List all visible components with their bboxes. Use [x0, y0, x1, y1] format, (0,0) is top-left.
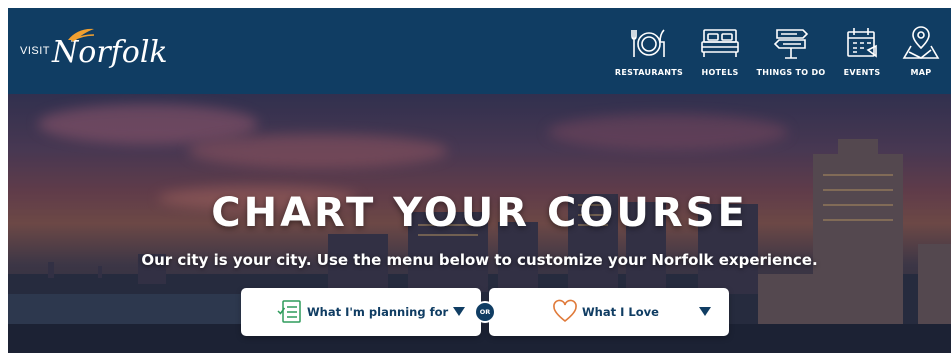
planning-for-label: What I'm planning for — [307, 305, 449, 319]
nav-label: EVENTS — [843, 68, 881, 77]
visit-norfolk-logo[interactable]: VISIT Norfolk — [20, 28, 168, 70]
caret-down-icon — [699, 307, 711, 316]
nav-label: RESTAURANTS — [614, 68, 684, 77]
nav-restaurants[interactable]: RESTAURANTS — [607, 8, 691, 94]
main-nav: RESTAURANTS HOTELS THINGS TO DO EVENTS M… — [607, 8, 951, 94]
nav-map[interactable]: MAP — [891, 8, 951, 94]
or-badge: OR — [474, 301, 496, 323]
nav-label: MAP — [910, 68, 932, 77]
logo-visit-text: VISIT — [20, 45, 51, 57]
hero-banner: CHART YOUR COURSE Our city is your city.… — [8, 94, 951, 353]
nav-things-to-do[interactable]: THINGS TO DO — [749, 8, 833, 94]
plate-fork-knife-icon — [631, 29, 665, 57]
sail-icon — [68, 28, 95, 42]
hero-subtitle: Our city is your city. Use the menu belo… — [141, 251, 818, 269]
what-i-love-dropdown[interactable]: What I Love — [489, 288, 729, 336]
page-frame: VISIT Norfolk RESTAURANTS HOTELS THINGS … — [8, 8, 951, 353]
nav-label: THINGS TO DO — [756, 68, 826, 77]
checklist-icon — [277, 300, 301, 323]
bed-icon — [701, 29, 739, 57]
planning-for-dropdown[interactable]: What I'm planning for — [241, 288, 481, 336]
nav-hotels[interactable]: HOTELS — [691, 8, 749, 94]
nav-label: HOTELS — [701, 68, 739, 77]
caret-down-icon — [453, 307, 465, 316]
signpost-icon — [773, 29, 809, 59]
calendar-icon — [847, 28, 877, 58]
heart-icon — [553, 299, 577, 323]
nav-events[interactable]: EVENTS — [833, 8, 891, 94]
hero-title: CHART YOUR COURSE — [211, 190, 748, 236]
what-i-love-label: What I Love — [582, 305, 659, 319]
site-header: VISIT Norfolk RESTAURANTS HOTELS THINGS … — [8, 8, 951, 94]
map-pin-icon — [902, 26, 940, 59]
